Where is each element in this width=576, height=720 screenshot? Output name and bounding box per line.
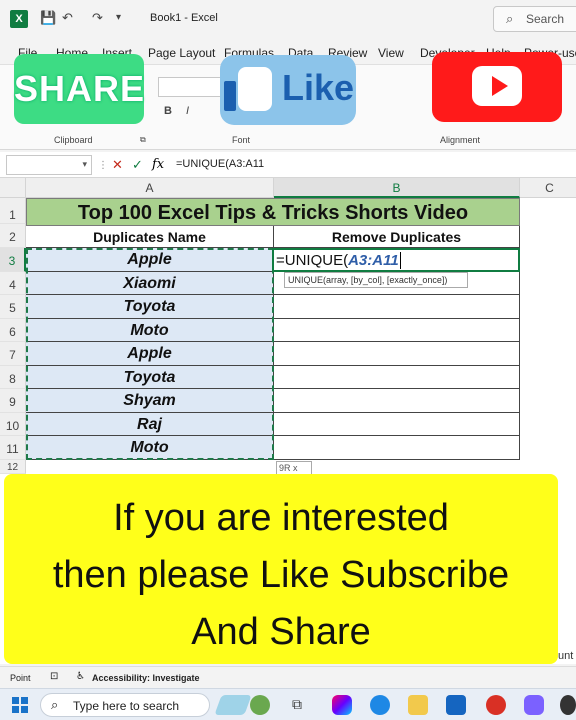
taskbar: ⌕ Type here to search ⧉ [0, 688, 576, 720]
thumbs-up-cuff-icon [224, 81, 236, 111]
macro-record-icon[interactable]: ⊡ [50, 671, 58, 682]
file-explorer-icon[interactable] [408, 695, 428, 715]
excel-logo-icon: X [10, 10, 28, 28]
result-cell[interactable] [274, 436, 520, 460]
sheet-tail-text: unt [558, 650, 574, 662]
formula-prefix: =UNIQUE( [276, 252, 349, 269]
undo-icon[interactable]: ↶ [62, 10, 73, 26]
windows-start-icon[interactable] [12, 697, 28, 713]
caption-line-1: If you are interested [113, 497, 449, 539]
like-sticker-label: Like [282, 67, 355, 108]
status-bar: Point ⊡ ♿ Accessibility: Investigate [0, 666, 576, 688]
italic-button[interactable]: I [186, 105, 189, 117]
row-header[interactable]: 6 [0, 319, 26, 342]
taskbar-search-placeholder: Type here to search [73, 699, 180, 713]
result-cell[interactable] [274, 389, 520, 413]
row-header[interactable]: 1 [0, 198, 26, 224]
row-header[interactable]: 12 [0, 460, 26, 474]
active-cell-b3[interactable]: =UNIQUE(A3:A11 [272, 248, 520, 272]
result-cell[interactable] [274, 342, 520, 366]
group-label-clipboard: Clipboard [54, 135, 93, 145]
taskbar-search[interactable]: ⌕ Type here to search [40, 693, 210, 717]
app-icon[interactable] [524, 695, 544, 715]
row-header[interactable]: 10 [0, 413, 26, 436]
copilot-icon[interactable] [332, 695, 352, 715]
mail-icon[interactable] [446, 695, 466, 715]
insert-function-icon[interactable]: fx [152, 157, 164, 172]
promo-caption: If you are interested then please Like S… [4, 474, 558, 664]
task-view-icon[interactable]: ⧉ [292, 696, 302, 713]
column-header-b[interactable]: B [274, 178, 520, 198]
select-all-corner[interactable] [0, 178, 26, 198]
result-cell[interactable] [274, 295, 520, 319]
accessibility-icon[interactable]: ♿ [76, 671, 85, 682]
formula-input[interactable]: =UNIQUE(A3:A11 [176, 158, 264, 170]
column-header-c[interactable]: C [520, 178, 576, 198]
tab-view[interactable]: View [378, 46, 404, 60]
like-sticker: Like [220, 55, 356, 125]
row-header[interactable]: 9 [0, 389, 26, 413]
edge-browser-icon[interactable] [370, 695, 390, 715]
search-icon: ⌕ [506, 11, 514, 26]
column-a-title-cell[interactable]: Duplicates Name [26, 226, 274, 248]
title-bar: X 💾 ↶ ↷ ▾ Book1 - Excel ⌕ Search [0, 0, 576, 38]
search-icon: ⌕ [51, 697, 59, 712]
save-icon[interactable]: 💾 [40, 10, 56, 26]
result-cell[interactable] [274, 413, 520, 436]
search-box[interactable]: ⌕ Search [493, 6, 576, 32]
chevron-down-icon[interactable]: ▾ [82, 159, 87, 170]
name-box[interactable]: ▾ [6, 155, 92, 175]
window-title: Book1 - Excel [150, 12, 218, 24]
row-header[interactable]: 11 [0, 436, 26, 460]
function-argument-tooltip[interactable]: UNIQUE(array, [by_col], [exactly_once]) [284, 272, 468, 288]
row-header[interactable]: 8 [0, 366, 26, 389]
banner-title-cell[interactable]: Top 100 Excel Tips & Tricks Shorts Video [26, 198, 520, 226]
search-label: Search [526, 12, 565, 26]
customize-qat-icon[interactable]: ▾ [116, 12, 121, 23]
selection-size-tooltip: 9R x 1C [276, 461, 312, 483]
row-header[interactable]: 5 [0, 295, 26, 319]
enter-icon[interactable]: ✓ [132, 157, 143, 173]
result-cell[interactable] [274, 366, 520, 389]
widgets-icon[interactable] [214, 695, 252, 715]
row-header[interactable]: 3 [0, 248, 26, 272]
mode-indicator: Point [10, 673, 31, 683]
weather-icon[interactable] [250, 695, 270, 715]
app-icon[interactable] [560, 695, 576, 715]
caption-line-2: then please Like Subscribe [52, 554, 510, 596]
copy-selection-marquee [26, 248, 274, 460]
column-b-title-cell[interactable]: Remove Duplicates [274, 226, 520, 248]
play-icon [492, 76, 508, 96]
thumbs-up-icon [238, 67, 272, 111]
group-label-alignment: Alignment [440, 135, 481, 145]
redo-icon[interactable]: ↷ [92, 10, 103, 26]
accessibility-status[interactable]: Accessibility: Investigate [92, 673, 200, 683]
group-label-font: Font [232, 135, 251, 145]
formula-bar-grip-icon: ⋮ [98, 160, 108, 171]
clipboard-launcher-icon[interactable]: ⧉ [140, 135, 146, 145]
row-header[interactable]: 2 [0, 224, 26, 248]
cancel-icon[interactable]: ✕ [112, 157, 123, 173]
bold-button[interactable]: B [164, 105, 172, 117]
share-sticker: SHARE [14, 54, 144, 124]
tab-page-layout[interactable]: Page Layout [148, 46, 215, 60]
formula-bar: ▾ ⋮ ✕ ✓ fx =UNIQUE(A3:A11 [0, 152, 576, 178]
result-cell[interactable] [274, 319, 520, 342]
row-header[interactable]: 4 [0, 272, 26, 295]
youtube-logo-icon [432, 52, 562, 122]
column-header-a[interactable]: A [26, 178, 274, 198]
chrome-icon[interactable] [486, 695, 506, 715]
range-reference: A3:A11 [348, 252, 399, 269]
caption-line-3: And Share [191, 611, 371, 653]
row-header[interactable]: 7 [0, 342, 26, 366]
